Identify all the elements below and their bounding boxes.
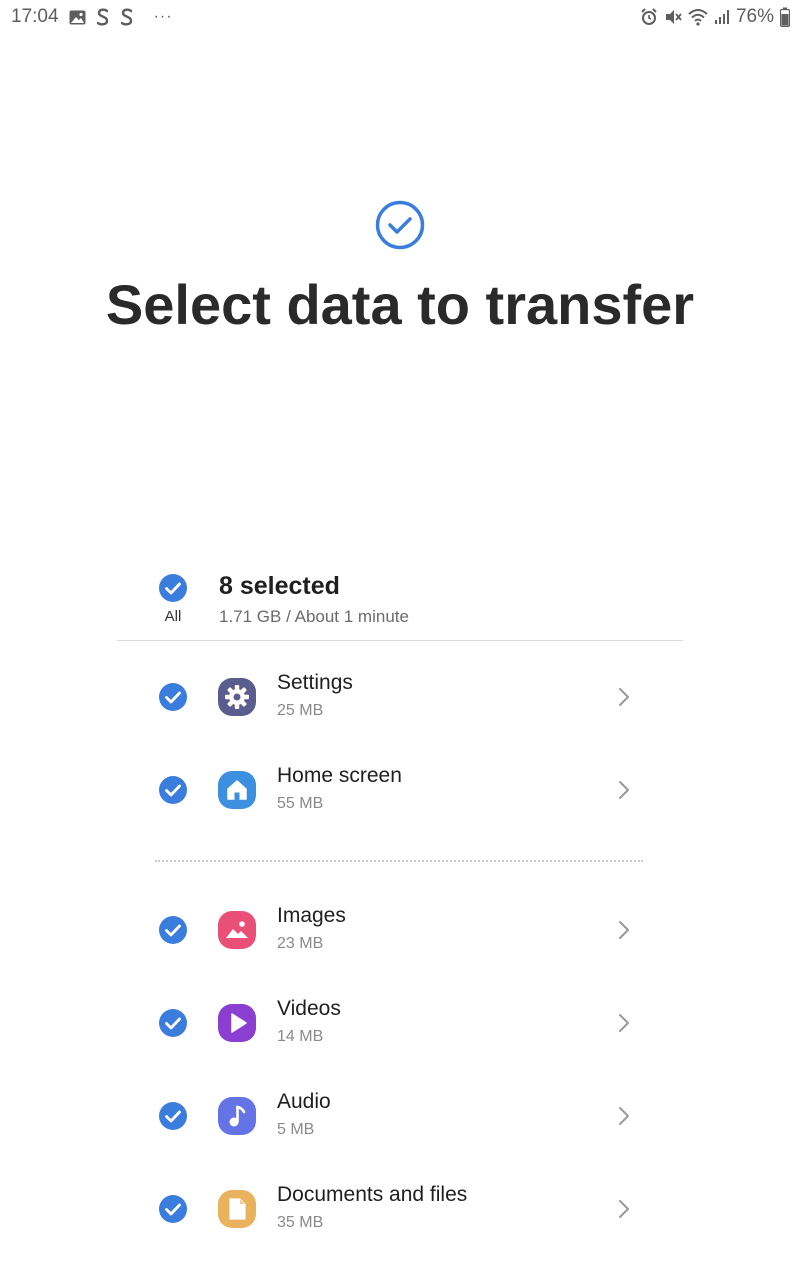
image-icon [217, 910, 257, 950]
selected-detail: 1.71 GB / About 1 minute [219, 607, 409, 626]
section-divider [155, 860, 643, 862]
item-checkbox[interactable] [158, 1101, 188, 1131]
play-icon [217, 1003, 257, 1043]
item-name: Videos [277, 997, 341, 1020]
chevron-right-icon[interactable] [616, 1198, 632, 1220]
chevron-right-icon[interactable] [616, 1105, 632, 1127]
chevron-right-icon[interactable] [616, 1012, 632, 1034]
page-title: Select data to transfer [105, 273, 695, 336]
more-notifications-icon: ··· [153, 8, 173, 25]
list-item-documents[interactable]: Documents and files 35 MB [117, 1170, 683, 1250]
select-all-checkbox[interactable] [158, 573, 188, 603]
s-notification-icon [120, 7, 134, 27]
list-item-home-screen[interactable]: Home screen 55 MB [117, 751, 683, 831]
status-time: 17:04 [11, 6, 59, 27]
item-name: Images [277, 904, 346, 927]
gallery-notification-icon [69, 10, 86, 25]
item-size: 23 MB [277, 935, 324, 952]
item-checkbox[interactable] [158, 1008, 188, 1038]
battery-icon [780, 7, 790, 27]
item-name: Audio [277, 1090, 331, 1113]
chevron-right-icon[interactable] [616, 686, 632, 708]
list-item-settings[interactable]: Settings 25 MB [117, 658, 683, 738]
item-name: Settings [277, 671, 353, 694]
gear-icon [217, 677, 257, 717]
summary-row: All 8 selected 1.71 GB / About 1 minute [117, 560, 683, 641]
status-bar: 17:04 ··· 76% [0, 0, 800, 34]
chevron-right-icon[interactable] [616, 779, 632, 801]
item-checkbox[interactable] [158, 915, 188, 945]
check-circle-icon [374, 199, 426, 251]
selected-count: 8 selected [219, 572, 340, 600]
item-checkbox[interactable] [158, 775, 188, 805]
mute-icon [664, 8, 682, 26]
document-icon [217, 1189, 257, 1229]
wifi-icon [688, 8, 708, 26]
item-checkbox[interactable] [158, 1194, 188, 1224]
home-icon [217, 770, 257, 810]
item-size: 35 MB [277, 1214, 324, 1231]
s-notification-icon [96, 7, 110, 27]
music-icon [217, 1096, 257, 1136]
item-size: 25 MB [277, 702, 324, 719]
signal-icon [714, 9, 730, 25]
item-size: 55 MB [277, 795, 324, 812]
item-name: Documents and files [277, 1183, 468, 1206]
list-item-images[interactable]: Images 23 MB [117, 891, 683, 971]
alarm-icon [640, 8, 658, 26]
item-size: 5 MB [277, 1121, 315, 1138]
battery-percent: 76% [735, 6, 774, 27]
item-size: 14 MB [277, 1028, 324, 1045]
item-checkbox[interactable] [158, 682, 188, 712]
list-item-videos[interactable]: Videos 14 MB [117, 984, 683, 1064]
list-item-audio[interactable]: Audio 5 MB [117, 1077, 683, 1157]
item-name: Home screen [277, 764, 402, 787]
select-all-label: All [164, 608, 182, 625]
chevron-right-icon[interactable] [616, 919, 632, 941]
